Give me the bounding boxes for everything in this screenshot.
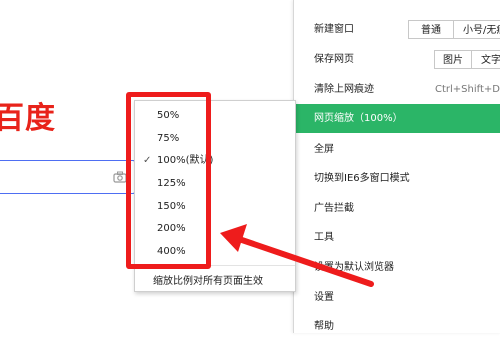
annotation-arrow-icon xyxy=(220,224,374,287)
